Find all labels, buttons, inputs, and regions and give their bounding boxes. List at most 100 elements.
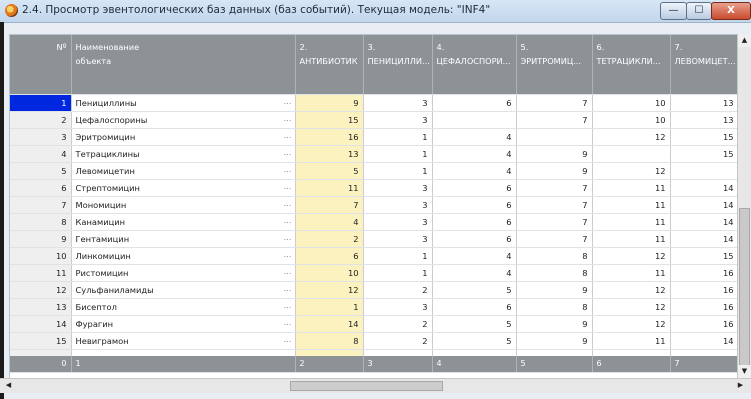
value-cell[interactable]: 1 bbox=[363, 264, 433, 282]
column-header-3[interactable]: 3. ПЕНИЦИЛЛИ... bbox=[363, 35, 433, 95]
value-cell[interactable]: 14 bbox=[670, 179, 738, 197]
ellipsis-button[interactable]: ... bbox=[284, 113, 292, 123]
column-header-2[interactable]: 2. АНТИБИОТИК bbox=[295, 35, 364, 95]
value-cell[interactable]: 9 bbox=[295, 94, 364, 112]
object-name-cell[interactable]: Невиграмон... bbox=[71, 332, 296, 350]
value-cell[interactable]: 2 bbox=[363, 315, 433, 333]
value-cell[interactable]: 14 bbox=[670, 230, 738, 248]
row-number-cell[interactable]: 11 bbox=[10, 264, 72, 282]
value-cell[interactable]: 1 bbox=[363, 128, 433, 146]
scroll-up-icon[interactable]: ▲ bbox=[738, 34, 751, 47]
object-name-cell[interactable]: Цефалоспорины... bbox=[71, 111, 296, 129]
minimize-button[interactable]: — bbox=[660, 2, 687, 20]
value-cell[interactable]: 1 bbox=[363, 247, 433, 265]
value-cell[interactable]: 14 bbox=[295, 315, 364, 333]
value-cell[interactable]: 9 bbox=[516, 145, 593, 163]
object-name-cell[interactable]: Мономицин... bbox=[71, 196, 296, 214]
value-cell[interactable]: 8 bbox=[295, 332, 364, 350]
table-row[interactable]: 5 Левомицетин... 5 1 4 9 12 bbox=[10, 162, 738, 180]
value-cell[interactable] bbox=[592, 145, 671, 163]
value-cell[interactable]: 1 bbox=[363, 162, 433, 180]
value-cell[interactable]: 5 bbox=[432, 281, 517, 299]
column-header-name[interactable]: Наименование объекта bbox=[71, 35, 296, 95]
ellipsis-button[interactable]: ... bbox=[284, 249, 292, 259]
row-number-cell[interactable]: 3 bbox=[10, 128, 72, 146]
object-name-cell[interactable]: Сульфаниламиды... bbox=[71, 281, 296, 299]
object-name-cell[interactable]: Пенициллины... bbox=[71, 94, 296, 112]
column-header-5[interactable]: 5. ЭРИТРОМИЦ... bbox=[516, 35, 593, 95]
row-number-cell[interactable]: 8 bbox=[10, 213, 72, 231]
ellipsis-button[interactable]: ... bbox=[284, 334, 292, 344]
value-cell[interactable]: 11 bbox=[592, 196, 671, 214]
value-cell[interactable]: 10 bbox=[592, 94, 671, 112]
table-row[interactable]: 10 Линкомицин... 6 1 4 8 12 15 bbox=[10, 247, 738, 265]
row-number-cell[interactable]: 13 bbox=[10, 298, 72, 316]
value-cell[interactable]: 6 bbox=[432, 94, 517, 112]
value-cell[interactable]: 3 bbox=[363, 111, 433, 129]
value-cell[interactable]: 12 bbox=[592, 281, 671, 299]
table-row[interactable]: 8 Канамицин... 4 3 6 7 11 14 bbox=[10, 213, 738, 231]
ellipsis-button[interactable]: ... bbox=[284, 283, 292, 293]
value-cell[interactable]: 3 bbox=[363, 196, 433, 214]
value-cell[interactable]: 16 bbox=[670, 315, 738, 333]
close-button[interactable]: X bbox=[711, 2, 751, 20]
value-cell[interactable]: 4 bbox=[432, 247, 517, 265]
value-cell[interactable]: 9 bbox=[516, 332, 593, 350]
value-cell[interactable]: 7 bbox=[295, 196, 364, 214]
object-name-cell[interactable]: Фурагин... bbox=[71, 315, 296, 333]
value-cell[interactable]: 11 bbox=[592, 230, 671, 248]
value-cell[interactable]: 7 bbox=[516, 111, 593, 129]
value-cell[interactable]: 16 bbox=[670, 264, 738, 282]
column-header-7[interactable]: 7. ЛЕВОМИЦЕТ... bbox=[670, 35, 738, 95]
column-header-4[interactable]: 4. ЦЕФАЛОСПОРИ... bbox=[432, 35, 517, 95]
value-cell[interactable]: 10 bbox=[295, 264, 364, 282]
row-number-cell[interactable]: 6 bbox=[10, 179, 72, 197]
value-cell[interactable]: 7 bbox=[516, 196, 593, 214]
value-cell[interactable]: 2 bbox=[295, 230, 364, 248]
row-number-cell[interactable]: 15 bbox=[10, 332, 72, 350]
value-cell[interactable]: 16 bbox=[295, 128, 364, 146]
table-row[interactable]: 9 Гентамицин... 2 3 6 7 11 14 bbox=[10, 230, 738, 248]
object-name-cell[interactable]: Гентамицин... bbox=[71, 230, 296, 248]
ellipsis-button[interactable]: ... bbox=[284, 147, 292, 157]
value-cell[interactable]: 12 bbox=[592, 128, 671, 146]
title-bar[interactable]: 2.4. Просмотр эвентологических баз данны… bbox=[0, 0, 751, 23]
row-number-cell[interactable]: 9 bbox=[10, 230, 72, 248]
value-cell[interactable]: 12 bbox=[592, 162, 671, 180]
ellipsis-button[interactable]: ... bbox=[284, 96, 292, 106]
value-cell[interactable]: 14 bbox=[670, 213, 738, 231]
horizontal-scrollbar[interactable]: ◀ ▶ bbox=[0, 378, 751, 393]
object-name-cell[interactable]: Тетрациклины... bbox=[71, 145, 296, 163]
value-cell[interactable]: 16 bbox=[670, 281, 738, 299]
row-number-cell[interactable]: 4 bbox=[10, 145, 72, 163]
table-row[interactable]: 7 Мономицин... 7 3 6 7 11 14 bbox=[10, 196, 738, 214]
value-cell[interactable]: 13 bbox=[295, 145, 364, 163]
ellipsis-button[interactable]: ... bbox=[284, 164, 292, 174]
table-row[interactable]: 15 Невиграмон... 8 2 5 9 11 14 bbox=[10, 332, 738, 350]
value-cell[interactable]: 4 bbox=[295, 213, 364, 231]
table-row[interactable]: 11 Ристомицин... 10 1 4 8 11 16 bbox=[10, 264, 738, 282]
value-cell[interactable]: 1 bbox=[363, 145, 433, 163]
value-cell[interactable]: 2 bbox=[363, 332, 433, 350]
value-cell[interactable]: 8 bbox=[516, 247, 593, 265]
value-cell[interactable] bbox=[670, 162, 738, 180]
value-cell[interactable]: 9 bbox=[516, 315, 593, 333]
value-cell[interactable]: 2 bbox=[363, 281, 433, 299]
ellipsis-button[interactable]: ... bbox=[284, 130, 292, 140]
maximize-button[interactable]: ☐ bbox=[686, 2, 712, 20]
value-cell[interactable]: 6 bbox=[432, 298, 517, 316]
value-cell[interactable]: 15 bbox=[295, 111, 364, 129]
row-number-cell[interactable]: 2 bbox=[10, 111, 72, 129]
column-header-number[interactable]: Nº bbox=[10, 35, 72, 95]
value-cell[interactable] bbox=[516, 128, 593, 146]
value-cell[interactable]: 7 bbox=[516, 230, 593, 248]
row-number-cell[interactable]: 10 bbox=[10, 247, 72, 265]
value-cell[interactable]: 15 bbox=[670, 247, 738, 265]
ellipsis-button[interactable]: ... bbox=[284, 266, 292, 276]
value-cell[interactable]: 4 bbox=[432, 162, 517, 180]
value-cell[interactable]: 7 bbox=[516, 213, 593, 231]
value-cell[interactable]: 5 bbox=[295, 162, 364, 180]
row-number-cell[interactable]: 12 bbox=[10, 281, 72, 299]
value-cell[interactable]: 4 bbox=[432, 128, 517, 146]
value-cell[interactable]: 16 bbox=[670, 298, 738, 316]
